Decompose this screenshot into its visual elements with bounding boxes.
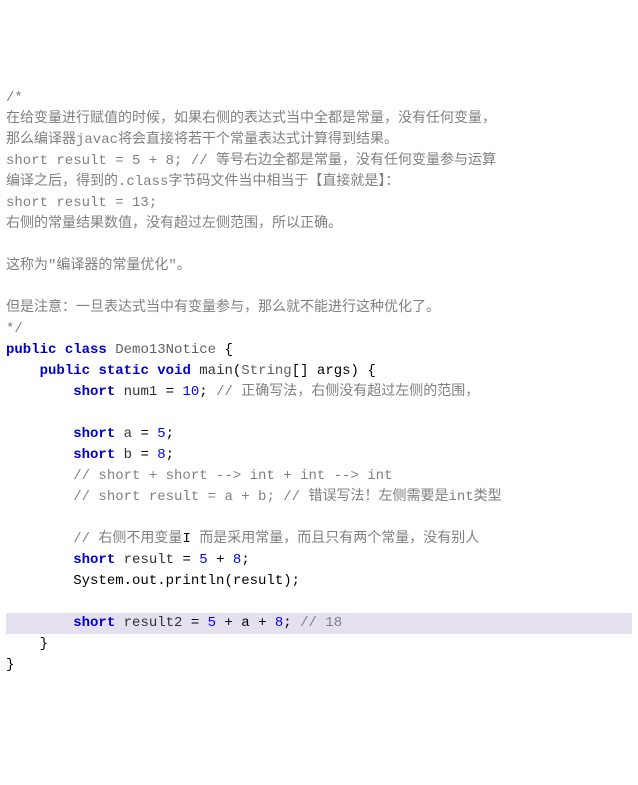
equals: = [182,615,207,631]
ident-b: b [124,447,132,463]
brace-close: } [40,636,48,652]
comment-line: 那么编译器javac将会直接将若干个常量表达式计算得到结果。 [6,132,398,148]
ident-result: result [124,552,174,568]
type-string: String [241,363,291,379]
semicolon: ; [199,384,207,400]
plus: + [208,552,233,568]
method-main: main [199,363,233,379]
plus-a: + a + [216,615,275,631]
comment-inline: 而是采用常量，而且只有两个常量，没有别人 [191,531,479,547]
args: [] args) { [292,363,376,379]
comment-block-start: /* [6,90,23,106]
keyword-short: short [73,447,115,463]
text-cursor-icon: I [182,529,190,550]
number-10: 10 [182,384,199,400]
brace-close: } [6,657,14,673]
highlighted-line: short result2 = 5 + a + 8; // 18 [6,613,632,634]
keyword-public: public [40,363,90,379]
comment-line: 编译之后，得到的.class字节码文件当中相当于【直接就是】： [6,174,399,190]
keyword-short: short [73,552,115,568]
number-8: 8 [275,615,283,631]
keyword-class: class [65,342,107,358]
comment-line: // short result = a + b; // 错误写法！左侧需要是in… [73,489,501,505]
comment-line: 这称为"编译器的常量优化"。 [6,258,191,274]
keyword-void: void [157,363,191,379]
semicolon: ; [241,552,249,568]
comment-line: 但是注意：一旦表达式当中有变量参与，那么就不能进行这种优化了。 [6,300,440,316]
ident-a: a [124,426,132,442]
keyword-short: short [73,426,115,442]
keyword-static: static [98,363,148,379]
keyword-short: short [73,384,115,400]
brace: { [216,342,233,358]
ident-result2: result2 [124,615,183,631]
semicolon: ; [166,447,174,463]
number-5: 5 [157,426,165,442]
comment-block-end: */ [6,321,23,337]
keyword-short: short [73,615,115,631]
comment-inline: // 右侧不用变量 [73,531,182,547]
number-5: 5 [199,552,207,568]
number-8: 8 [157,447,165,463]
equals: = [132,426,157,442]
comment-line: short result = 5 + 8; // 等号右边全都是常量，没有任何变… [6,153,496,169]
comment-line: // short + short --> int + int --> int [73,468,392,484]
comment-line: short result = 13; [6,195,157,211]
println-statement: System.out.println(result); [73,573,300,589]
semicolon: ; [283,615,291,631]
comment-line: 右侧的常量结果数值，没有超过左侧范围，所以正确。 [6,216,342,232]
equals: = [174,552,199,568]
class-name: Demo13Notice [115,342,216,358]
code-editor: /* 在给变量进行赋值的时候，如果右侧的表达式当中全都是常量，没有任何变量， 那… [0,84,638,680]
ident-num1: num1 [124,384,158,400]
comment-inline: // 正确写法，右侧没有超过左侧的范围， [208,384,480,400]
keyword-public: public [6,342,56,358]
number-5: 5 [208,615,216,631]
comment-line: 在给变量进行赋值的时候，如果右侧的表达式当中全都是常量，没有任何变量， [6,111,496,127]
equals: = [157,384,182,400]
comment-inline: // 18 [292,615,342,631]
semicolon: ; [166,426,174,442]
equals: = [132,447,157,463]
